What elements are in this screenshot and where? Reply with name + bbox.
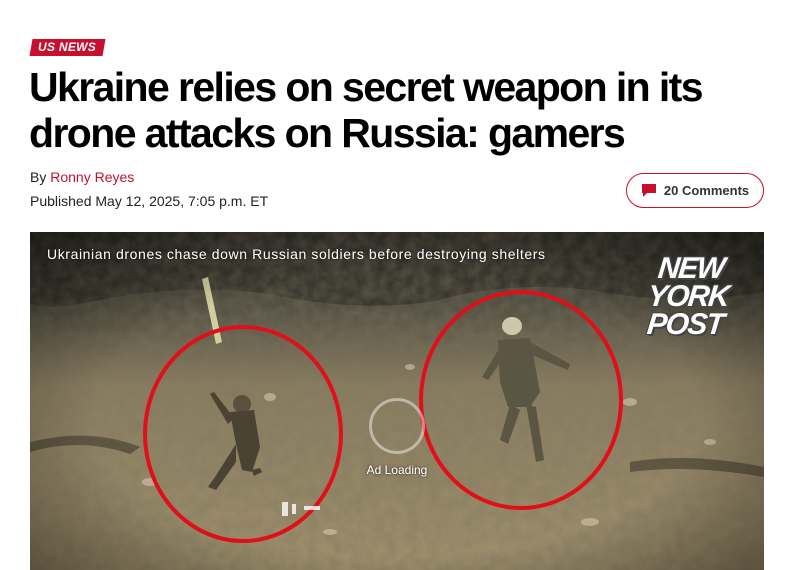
byline: By Ronny Reyes	[30, 169, 134, 185]
article-headline: Ukraine relies on secret weapon in its d…	[29, 64, 704, 156]
ad-loading-text: Ad Loading	[366, 463, 428, 477]
logo-line-1: NEW	[656, 252, 726, 285]
byline-prefix: By	[30, 169, 51, 185]
comment-bubble-icon	[641, 183, 657, 198]
loading-spinner-icon	[369, 398, 425, 454]
published-date: Published May 12, 2025, 7:05 p.m. ET	[30, 193, 269, 209]
logo-line-3: POST	[645, 308, 725, 341]
video-caption: Ukrainian drones chase down Russian sold…	[47, 246, 546, 262]
comments-button[interactable]: 20 Comments	[626, 173, 764, 208]
section-tag-label: US NEWS	[38, 40, 97, 54]
section-tag[interactable]: US NEWS	[29, 39, 106, 56]
video-player[interactable]: Ukrainian drones chase down Russian sold…	[30, 232, 764, 570]
comments-label: 20 Comments	[663, 183, 750, 198]
nypost-logo: NEW YORK POST	[638, 252, 739, 341]
author-link[interactable]: Ronny Reyes	[50, 169, 134, 185]
logo-line-2: YORK	[645, 280, 731, 313]
